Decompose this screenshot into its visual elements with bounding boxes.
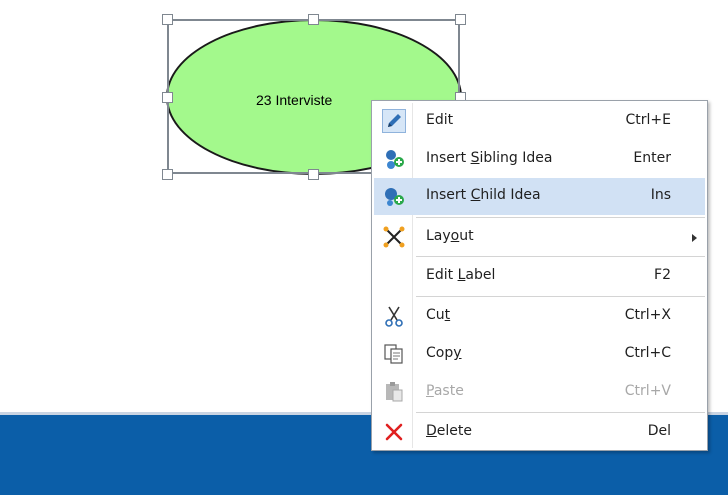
menu-item-label: Layout <box>426 228 474 244</box>
context-menu: Edit Ctrl+E Insert Sibling Idea Enter In… <box>371 100 708 451</box>
menu-item-shortcut: Ctrl+E <box>625 112 672 128</box>
menu-item-shortcut: Ins <box>650 187 671 203</box>
menu-item-insert-child-idea[interactable]: Insert Child Idea Ins <box>374 178 705 215</box>
menu-item-edit[interactable]: Edit Ctrl+E <box>374 103 705 140</box>
menu-separator <box>416 412 705 413</box>
menu-item-label: Copy <box>426 345 462 361</box>
menu-item-layout[interactable]: Layout <box>374 219 705 256</box>
menu-item-label: Edit <box>426 112 454 128</box>
menu-item-shortcut: F2 <box>654 267 671 283</box>
resize-handle-left[interactable] <box>162 92 173 103</box>
pencil-icon <box>382 109 406 133</box>
submenu-arrow-icon <box>692 234 697 242</box>
menu-item-copy[interactable]: Copy Ctrl+C <box>374 336 705 373</box>
menu-item-label: Delete <box>426 423 472 439</box>
scissors-icon <box>382 304 406 328</box>
menu-item-shortcut: Ctrl+X <box>624 307 671 323</box>
menu-item-shortcut: Ctrl+V <box>624 383 671 399</box>
menu-item-edit-label[interactable]: Edit Label F2 <box>374 258 705 295</box>
paste-icon <box>382 380 406 404</box>
layout-icon <box>382 225 406 249</box>
insert-sibling-icon <box>382 147 406 171</box>
resize-handle-bottom[interactable] <box>308 169 319 180</box>
menu-separator <box>416 296 705 297</box>
delete-icon <box>382 420 406 444</box>
menu-item-paste[interactable]: Paste Ctrl+V <box>374 374 705 411</box>
menu-item-shortcut: Enter <box>633 150 671 166</box>
menu-item-delete[interactable]: Delete Del <box>374 414 705 451</box>
menu-item-label: Insert Child Idea <box>426 187 541 203</box>
menu-item-shortcut: Ctrl+C <box>624 345 671 361</box>
menu-item-label: Insert Sibling Idea <box>426 150 553 166</box>
resize-handle-top-right[interactable] <box>455 14 466 25</box>
menu-item-cut[interactable]: Cut Ctrl+X <box>374 298 705 335</box>
menu-item-label: Cut <box>426 307 451 323</box>
menu-item-insert-sibling-idea[interactable]: Insert Sibling Idea Enter <box>374 141 705 178</box>
resize-handle-top-left[interactable] <box>162 14 173 25</box>
resize-handle-top[interactable] <box>308 14 319 25</box>
menu-separator <box>416 217 705 218</box>
menu-separator <box>416 256 705 257</box>
menu-item-label: Edit Label <box>426 267 496 283</box>
menu-item-label: Paste <box>426 383 464 399</box>
copy-icon <box>382 342 406 366</box>
menu-item-shortcut: Del <box>647 423 671 439</box>
insert-child-icon <box>382 184 406 208</box>
resize-handle-bottom-left[interactable] <box>162 169 173 180</box>
